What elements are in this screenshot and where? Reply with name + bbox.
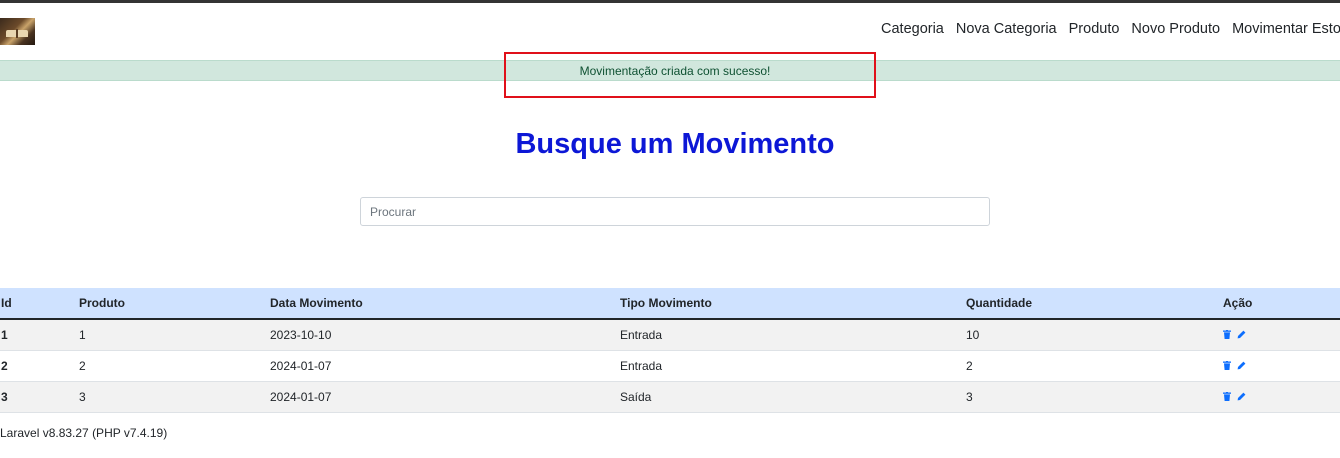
- cell-data-movimento: 2024-01-07: [270, 358, 332, 373]
- cell-acao: [1223, 319, 1340, 350]
- nav-link-movimentar-estoque[interactable]: Movimentar Estoque: [1232, 21, 1340, 37]
- column-header-tipo-movimento[interactable]: Tipo Movimento: [620, 288, 966, 319]
- cell-tipo-movimento: Saída: [620, 389, 652, 404]
- cell-id: 2: [1, 358, 8, 373]
- highlight-box: [504, 52, 876, 98]
- trash-icon[interactable]: [1223, 390, 1231, 404]
- page-title: Busque um Movimento: [515, 128, 835, 160]
- cell-produto: 1: [79, 327, 86, 342]
- cell-quantidade: 2: [966, 358, 973, 373]
- pencil-icon[interactable]: [1237, 390, 1246, 404]
- nav-link-produto[interactable]: Produto: [1069, 21, 1120, 37]
- nav-link-novo-produto[interactable]: Novo Produto: [1131, 21, 1220, 37]
- cell-quantidade: 10: [966, 327, 980, 342]
- cell-data-movimento: 2023-10-10: [270, 327, 332, 342]
- table-row: 1 1 2023-10-10 Entrada 10: [0, 319, 1340, 350]
- nav-link-nova-categoria[interactable]: Nova Categoria: [956, 21, 1057, 37]
- table-row: 3 3 2024-01-07 Saída 3: [0, 381, 1340, 412]
- cell-id: 3: [1, 389, 8, 404]
- cell-produto: 3: [79, 389, 86, 404]
- nav-link-categoria[interactable]: Categoria: [881, 21, 944, 37]
- trash-icon[interactable]: [1223, 359, 1231, 373]
- column-header-acao: Ação: [1223, 296, 1253, 310]
- pencil-icon[interactable]: [1237, 328, 1246, 342]
- cell-tipo-movimento: Entrada: [620, 327, 663, 342]
- cell-data-movimento: 2024-01-07: [270, 389, 332, 404]
- column-header-id[interactable]: Id: [0, 288, 79, 319]
- pencil-icon[interactable]: [1237, 359, 1246, 373]
- table-header-row: Id Produto Data Movimento Tipo Movimento…: [0, 288, 1340, 319]
- column-header-quantidade[interactable]: Quantidade: [966, 288, 1223, 319]
- table-row: 2 2 2024-01-07 Entrada 2: [0, 350, 1340, 381]
- footer-version: Laravel v8.83.27 (PHP v7.4.19): [0, 426, 168, 440]
- logo-image[interactable]: [0, 18, 35, 45]
- search-input[interactable]: [360, 197, 990, 226]
- movements-table: Id Produto Data Movimento Tipo Movimento…: [0, 288, 1340, 413]
- nav-menu: Categoria Nova Categoria Produto Novo Produ…: [881, 21, 1340, 37]
- cell-acao: [1223, 381, 1340, 412]
- cell-acao: [1223, 350, 1340, 381]
- table-body: 1 1 2023-10-10 Entrada 10 2 2 2024-01-07…: [0, 319, 1340, 412]
- table-header: Id Produto Data Movimento Tipo Movimento…: [0, 288, 1340, 319]
- trash-icon[interactable]: [1223, 328, 1231, 342]
- column-header-produto[interactable]: Produto: [79, 288, 270, 319]
- cell-id: 1: [1, 327, 8, 342]
- column-header-data-movimento[interactable]: Data Movimento: [270, 288, 620, 319]
- cell-quantidade: 3: [966, 389, 973, 404]
- cell-tipo-movimento: Entrada: [620, 358, 663, 373]
- book-spine-graphic: [16, 29, 18, 38]
- cell-produto: 2: [79, 358, 86, 373]
